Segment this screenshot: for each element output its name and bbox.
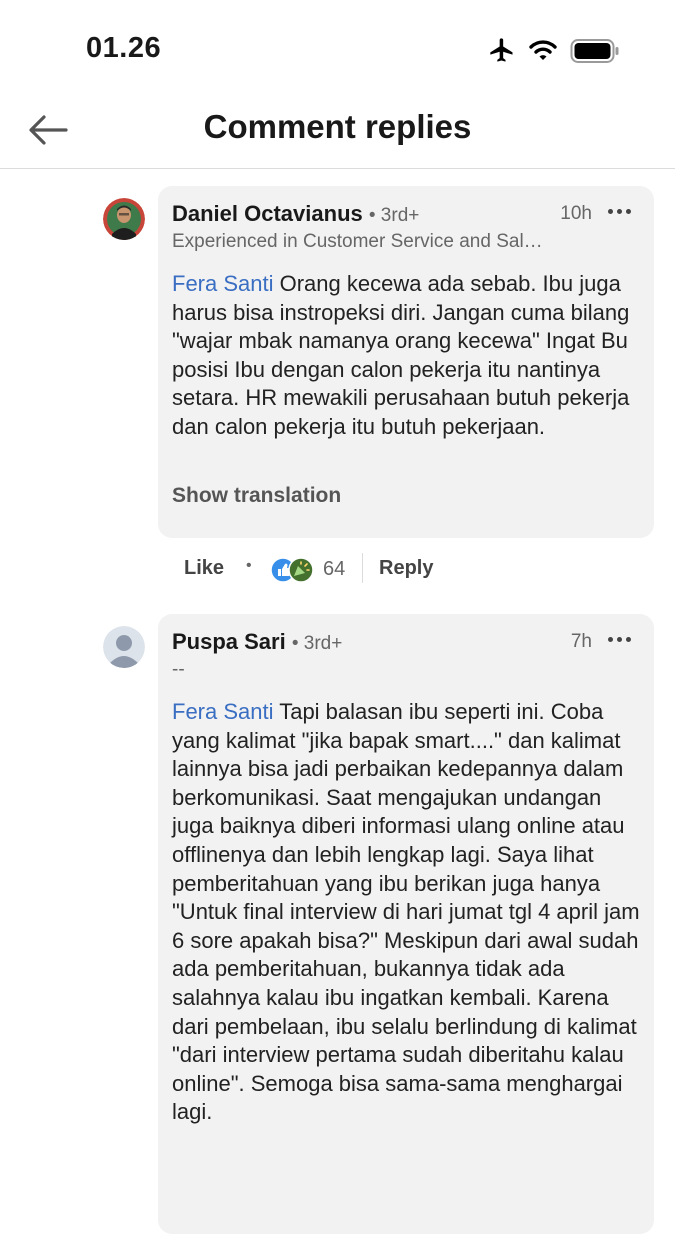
connection-degree: • 3rd+ — [291, 633, 343, 654]
comment-bubble: Puspa Sari • 3rd+ 7h -- Fera Santi Tapi … — [158, 614, 654, 1234]
default-profile-icon — [103, 626, 145, 668]
author-name[interactable]: Puspa Sari • 3rd+ — [172, 629, 342, 655]
author-name-text: Puspa Sari — [172, 629, 286, 654]
comment-time: 7h — [570, 631, 592, 652]
comment-item: Puspa Sari • 3rd+ 7h -- Fera Santi Tapi … — [0, 0, 675, 1234]
comment-body: Tapi balasan ibu seperti ini. Coba yang … — [172, 699, 640, 1125]
mention-link[interactable]: Fera Santi — [172, 699, 274, 724]
comment-text: Fera Santi Tapi balasan ibu seperti ini.… — [172, 698, 642, 1127]
more-options-button[interactable] — [602, 628, 638, 650]
author-headline: -- — [172, 659, 185, 680]
avatar[interactable] — [103, 626, 145, 668]
